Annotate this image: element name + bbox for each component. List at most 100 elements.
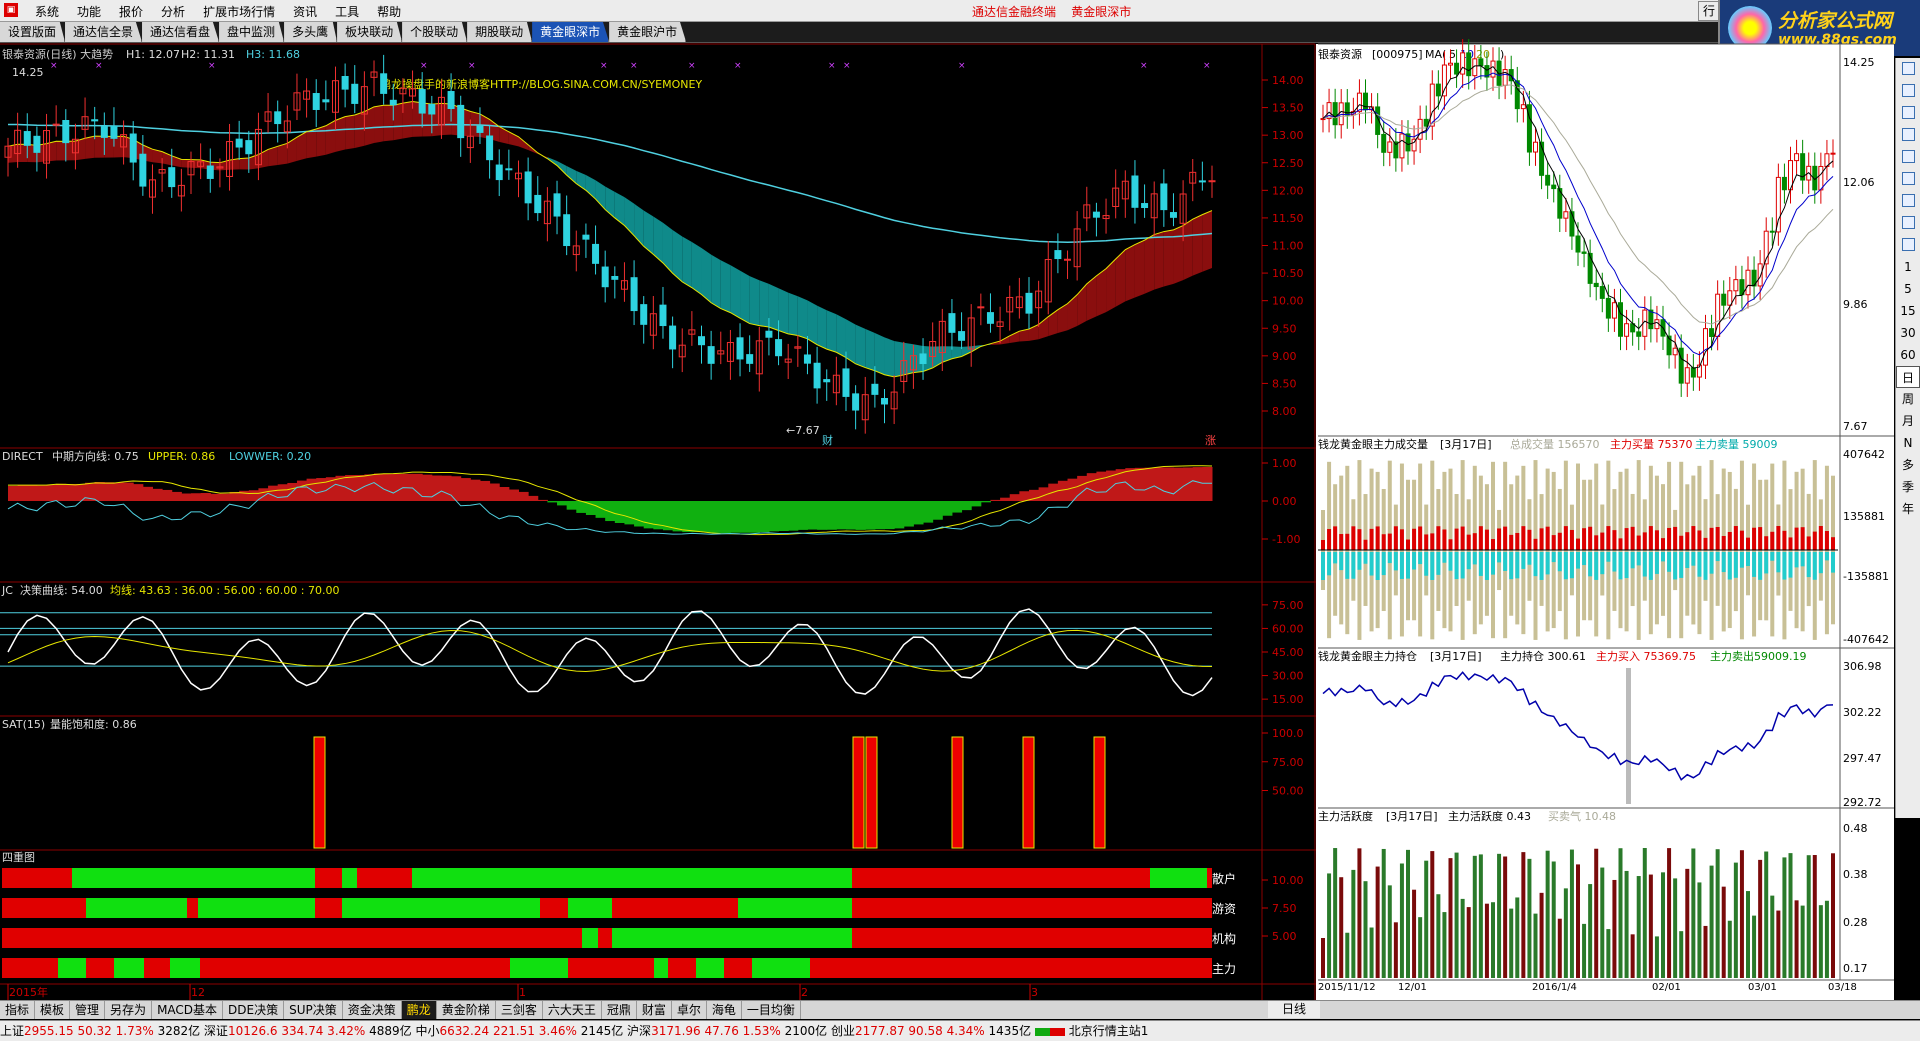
indicator-tab-15[interactable]: 海龟 [707, 1001, 742, 1019]
indicator-tab-12[interactable]: 冠鼎 [602, 1001, 637, 1019]
jc-label: 决策曲线: 54.00 [20, 583, 103, 597]
period-button-季[interactable]: 季 [1896, 476, 1920, 498]
tool-icon-6[interactable] [1896, 190, 1920, 212]
tool-icon-7[interactable] [1896, 212, 1920, 234]
act-bar [1782, 857, 1787, 978]
act-bar [1503, 856, 1508, 978]
indicator-tab-9[interactable]: 黄金阶梯 [437, 1001, 496, 1019]
vol-sell-bar [1351, 552, 1356, 579]
act-bar [1673, 878, 1678, 978]
indicator-tab-7[interactable]: 资金决策 [343, 1001, 402, 1019]
x-label: 12 [191, 986, 205, 999]
direct-pane: DIRECT 中期方向线: 0.75 UPPER: 0.86 LOWWER: 0.20… [2, 449, 1300, 546]
period-button-月[interactable]: 月 [1896, 410, 1920, 432]
four-segment [2, 928, 582, 948]
indicator-tab-2[interactable]: 管理 [70, 1001, 106, 1019]
indicator-tab-14[interactable]: 卓尔 [672, 1001, 707, 1019]
hold-tick: 306.98 [1843, 660, 1882, 673]
tool-icon-8[interactable] [1896, 234, 1920, 256]
trend-ribbon-segment [374, 105, 384, 143]
direct-area-bar [1096, 471, 1107, 501]
four-row-label-1: 游资 [1212, 902, 1236, 916]
period-button-5[interactable]: 5 [1896, 278, 1920, 300]
act-bar [1484, 903, 1489, 978]
tool-icon [1901, 216, 1915, 229]
indicator-tab-11[interactable]: 六大天王 [543, 1001, 602, 1019]
act-bar [1563, 888, 1568, 978]
candle-body [1169, 212, 1177, 218]
four-segment [668, 958, 696, 978]
act-bar [1454, 852, 1459, 978]
vol-buy-bar [1339, 534, 1344, 550]
period-button-30[interactable]: 30 [1896, 322, 1920, 344]
signal-marker: × [420, 61, 428, 71]
direct-area-bar [749, 501, 760, 533]
tool-icon-3[interactable] [1896, 124, 1920, 146]
period-button-多[interactable]: 多 [1896, 454, 1920, 476]
indicator-tab-0[interactable]: 指标 [0, 1001, 36, 1019]
indicator-tab-4[interactable]: MACD基本 [152, 1001, 224, 1019]
period-button-15[interactable]: 15 [1896, 300, 1920, 322]
direct-area-bar [691, 501, 703, 533]
vol-sell-bar [1824, 552, 1829, 561]
right-candle-body [1684, 367, 1690, 384]
candle-body [505, 168, 513, 171]
four-segment [315, 868, 342, 888]
act-bar [1618, 848, 1623, 978]
period-button-年[interactable]: 年 [1896, 498, 1920, 520]
period-button-1[interactable]: 1 [1896, 256, 1920, 278]
indicator-tab-6[interactable]: SUP决策 [284, 1001, 343, 1019]
indicator-tab-5[interactable]: DDE决策 [223, 1001, 285, 1019]
period-button-60[interactable]: 60 [1896, 344, 1920, 366]
indicator-tab-16[interactable]: 一目均衡 [742, 1001, 801, 1019]
right-candle-body [1587, 252, 1593, 284]
right-candle-body [1460, 52, 1466, 75]
direct-area-bar [296, 480, 308, 501]
vol-sell-bar [1327, 552, 1332, 576]
direct-area-bar [951, 501, 963, 513]
vol-sell-bar [1618, 552, 1623, 580]
act-bar [1715, 849, 1720, 978]
tool-icon-1[interactable] [1896, 80, 1920, 102]
candle-body [1131, 175, 1139, 208]
act-bar [1418, 917, 1423, 978]
right-price-tick: 9.86 [1843, 298, 1868, 311]
tool-icon-0[interactable] [1896, 58, 1920, 80]
vol-buy-bar [1776, 526, 1781, 550]
tool-icon-2[interactable] [1896, 102, 1920, 124]
vol-buy-bar [1642, 532, 1647, 550]
vol-sell-bar [1612, 552, 1617, 572]
candle-body [168, 167, 176, 188]
period-button-周[interactable]: 周 [1896, 388, 1920, 410]
y-tick-label: 9.50 [1272, 322, 1297, 335]
candle-body [1160, 183, 1168, 211]
vol-sell-bar [1788, 552, 1793, 578]
indicator-tab-13[interactable]: 财富 [637, 1001, 672, 1019]
indicator-tab-1[interactable]: 模板 [35, 1001, 71, 1019]
index-amount-sh: 3282亿 [153, 1024, 204, 1038]
direct-area-bar [682, 501, 693, 533]
indicator-tab-10[interactable]: 三剑客 [496, 1001, 543, 1019]
vol-sell-bar [1642, 552, 1647, 577]
tool-icon-4[interactable] [1896, 146, 1920, 168]
index-value-zx: 6632.24 221.51 3.46% [439, 1024, 577, 1038]
vol-buy-bar [1758, 527, 1763, 550]
indicator-tab-3[interactable]: 另存为 [105, 1001, 153, 1019]
right-candle-body [1733, 279, 1739, 292]
direct-area-bar [884, 501, 895, 530]
vol-buy-bar [1381, 534, 1386, 550]
indicator-tab-8[interactable]: 鹏龙 [401, 1001, 437, 1019]
signal-marker: × [208, 61, 216, 71]
candle-body [640, 304, 648, 325]
period-label[interactable]: 日线 [1268, 1001, 1320, 1018]
tool-icon-5[interactable] [1896, 168, 1920, 190]
trend-ribbon-segment [817, 305, 827, 350]
period-button-日[interactable]: 日 [1896, 366, 1920, 388]
four-segment [852, 898, 1212, 918]
four-segment [724, 958, 752, 978]
right-candle-body [1624, 323, 1630, 337]
direct-area-bar [489, 483, 500, 501]
y-tick-label: 0.00 [1272, 495, 1297, 508]
period-button-N[interactable]: N [1896, 432, 1920, 454]
trend-ribbon-segment [788, 292, 798, 336]
